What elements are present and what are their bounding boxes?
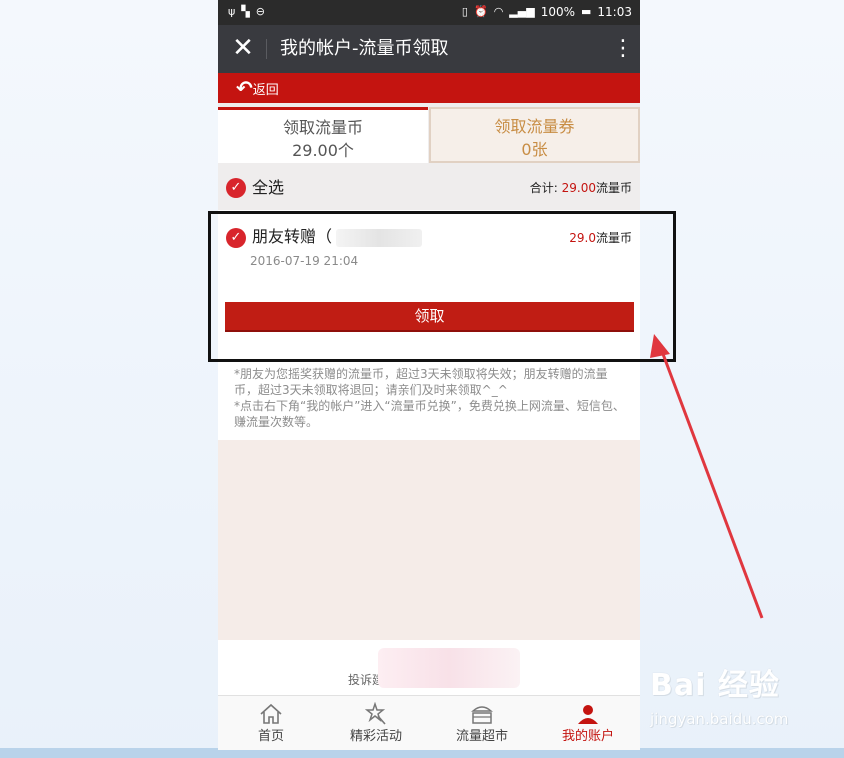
watermark-url: jingyan.baidu.com [650, 710, 789, 728]
tabbar-label: 精彩活动 [349, 729, 402, 744]
select-all-row: ✓ 全选 合计: 29.00流量币 [218, 166, 640, 208]
user-icon [578, 705, 598, 724]
tab-claim-vouchers[interactable]: 领取流量券 0张 [429, 107, 640, 163]
bottom-tab-bar: 首页 精彩活动 流量超市 我的账户 [218, 695, 640, 750]
total-unit: 流量币 [595, 181, 632, 195]
clock: 11:03 [597, 5, 632, 19]
back-bar: ↶ 返回 [218, 73, 640, 103]
note-1: *朋友为您摇奖获赠的流量币，超过3天未领取将失效；朋友转赠的流量币，超过3天未领… [234, 367, 608, 397]
tabbar-label: 我的账户 [561, 729, 614, 744]
select-all-checkbox[interactable]: ✓ [226, 178, 246, 198]
total-prefix: 合计: [529, 181, 558, 195]
redacted-footer [378, 648, 520, 688]
status-left: ψ ▚ ⊖ [228, 5, 265, 19]
nav-bar: ✕ 我的帐户-流量币领取 ⋮ [218, 25, 640, 73]
tabbar-label: 流量超市 [455, 729, 508, 744]
tab-count: 29.00个 [292, 141, 354, 160]
tab-label: 领取流量币 [282, 118, 363, 137]
tab-claim-coins[interactable]: 领取流量币 29.00个 [218, 107, 428, 163]
footer: 投诉建 [218, 640, 640, 695]
status-right: ▯ ⏰ ◠ ▂▄▆ 100% ▬ 11:03 [462, 5, 632, 19]
wifi-icon: ◠ [493, 5, 504, 18]
market-icon [471, 706, 493, 724]
vibrate-icon: ▯ [461, 5, 468, 18]
total-summary: 合计: 29.00流量币 [530, 179, 632, 197]
baidu-jingyan-watermark: Bai 经验 jingyan.baidu.com [650, 668, 840, 748]
notes: *朋友为您摇奖获赠的流量币，超过3天未领取将失效；朋友转赠的流量币，超过3天未领… [234, 366, 630, 430]
battery-icon: ▬ [581, 5, 592, 18]
close-icon[interactable]: ✕ [230, 35, 256, 63]
gallery-icon: ▚ [241, 5, 250, 18]
back-button[interactable]: ↶ 返回 [236, 77, 279, 99]
usb-icon: ψ [228, 5, 236, 18]
note-2: *点击右下角“我的帐户”进入“流量币兑换”，免费兑换上网流量、短信包、赚流量次数… [234, 399, 625, 429]
status-bar: ψ ▚ ⊖ ▯ ⏰ ◠ ▂▄▆ 100% ▬ 11:03 [218, 0, 640, 25]
total-value: 29.00 [561, 181, 596, 195]
tabbar-item-activities[interactable]: 精彩活动 [336, 702, 416, 746]
tabbar-item-home[interactable]: 首页 [231, 702, 311, 746]
alarm-icon: ⏰ [473, 5, 488, 18]
wand-icon [364, 702, 386, 725]
nav-divider [266, 39, 267, 59]
back-arrow-icon: ↶ [236, 76, 253, 100]
select-all-label[interactable]: 全选 [252, 177, 284, 199]
home-icon [260, 703, 282, 724]
tabbar-label: 首页 [257, 729, 284, 744]
watermark-brand: Bai 经验 [650, 668, 780, 703]
tab-bar: 领取流量币 29.00个 领取流量券 0张 [218, 107, 640, 163]
annotation-highlight-box [208, 211, 676, 362]
tab-label: 领取流量券 [494, 117, 575, 136]
more-options-icon[interactable]: ⋮ [612, 35, 634, 63]
tabbar-item-market[interactable]: 流量超市 [442, 702, 522, 746]
phone-screen: ψ ▚ ⊖ ▯ ⏰ ◠ ▂▄▆ 100% ▬ 11:03 ✕ 我的帐户-流量币领… [218, 0, 640, 750]
minus-circle-icon: ⊖ [255, 5, 265, 18]
empty-area [218, 440, 640, 640]
signal-icon: ▂▄▆ [509, 5, 535, 18]
page-title: 我的帐户-流量币领取 [280, 38, 449, 59]
annotation-arrow-icon [650, 334, 764, 619]
tab-count: 0张 [521, 140, 548, 159]
tabbar-item-account[interactable]: 我的账户 [548, 702, 628, 746]
back-label: 返回 [252, 82, 279, 98]
battery-percent: 100% [540, 5, 575, 19]
